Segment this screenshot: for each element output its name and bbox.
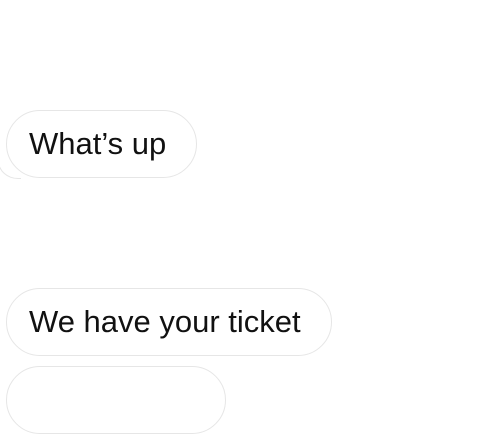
message-text: What’s up xyxy=(29,126,167,161)
message-thread: What’s up We have your ticket xyxy=(0,0,486,434)
message-text: We have your ticket xyxy=(29,304,301,339)
incoming-message-bubble: We have your ticket xyxy=(6,288,332,356)
incoming-message-bubble-partial xyxy=(6,366,226,434)
incoming-message-bubble: What’s up xyxy=(0,110,198,179)
